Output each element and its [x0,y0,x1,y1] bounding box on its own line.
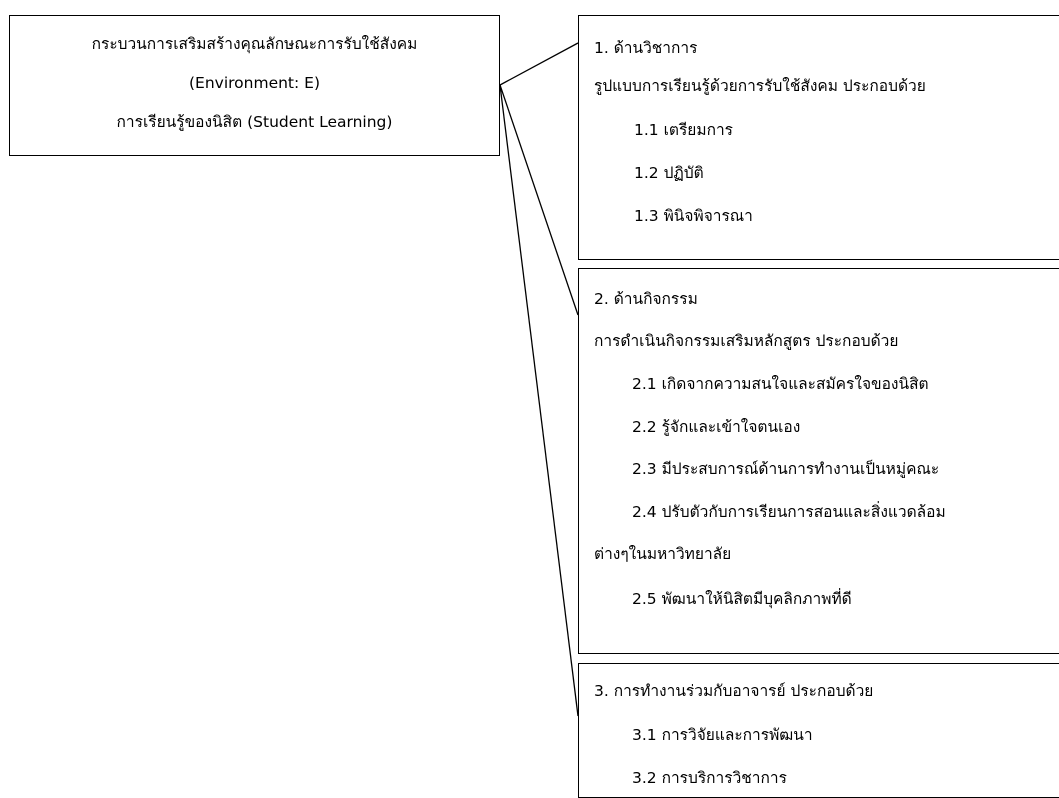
branch-activities: 2. ด้านกิจกรรม การดำเนินกิจกรรมเสริมหลัก… [578,268,1059,654]
branch-2-subtitle: การดำเนินกิจกรรมเสริมหลักสูตร ประกอบด้วย [594,332,899,350]
branch-1-subtitle: รูปแบบการเรียนรู้ด้วยการรับใช้สังคม ประก… [594,77,926,95]
connector-branch-1 [499,42,579,86]
root-node: กระบวนการเสริมสร้างคุณลักษณะการรับใช้สัง… [9,15,500,156]
branch-3-title: 3. การทำงานร่วมกับอาจารย์ ประกอบด้วย [594,682,874,700]
branch-2-item: 2.5 พัฒนาให้นิสิตมีบุคลิกภาพที่ดี [632,590,852,608]
root-title: กระบวนการเสริมสร้างคุณลักษณะการรับใช้สัง… [91,35,418,53]
branch-2-item: 2.2 รู้จักและเข้าใจตนเอง [632,418,801,436]
branch-teacher-collaboration: 3. การทำงานร่วมกับอาจารย์ ประกอบด้วย 3.1… [578,663,1059,798]
connector-branch-2 [499,84,579,316]
branch-3-item: 3.2 การบริการวิชาการ [632,769,787,787]
branch-academic: 1. ด้านวิชาการ รูปแบบการเรียนรู้ด้วยการร… [578,15,1059,260]
branch-2-item: 2.1 เกิดจากความสนใจและสมัครใจของนิสิต [632,375,929,393]
branch-3-item: 3.1 การวิจัยและการพัฒนา [632,726,813,744]
branch-2-item-continuation: ต่างๆในมหาวิทยาลัย [594,545,732,563]
branch-2-item: 2.3 มีประสบการณ์ด้านการทำงานเป็นหมู่คณะ [632,460,940,478]
branch-1-item: 1.2 ปฏิบัติ [634,164,704,182]
branch-2-item: 2.4 ปรับตัวกับการเรียนการสอนและสิ่งแวดล้… [632,503,946,521]
root-student-learning: การเรียนรู้ของนิสิต (Student Learning) [116,113,393,131]
connector-branch-3 [499,84,579,717]
branch-1-title: 1. ด้านวิชาการ [594,39,698,57]
branch-2-title: 2. ด้านกิจกรรม [594,290,698,308]
branch-1-item: 1.1 เตรียมการ [634,121,733,139]
branch-1-item: 1.3 พินิจพิจารณา [634,207,753,225]
root-environment-label: (Environment: E) [188,74,320,92]
